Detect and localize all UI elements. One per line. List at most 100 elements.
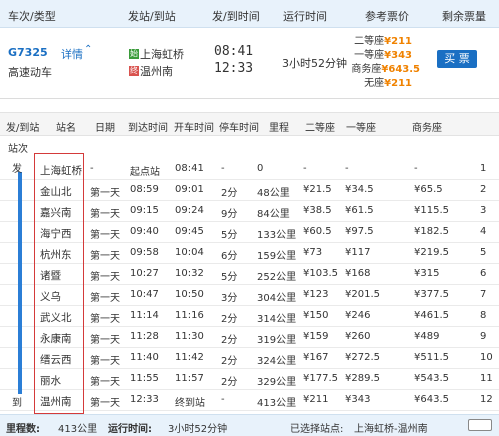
duration: 3小时52分钟 bbox=[282, 57, 347, 70]
stop-business: ¥543.5 bbox=[414, 373, 449, 384]
stop-first: ¥61.5 bbox=[345, 205, 374, 216]
selection-box bbox=[34, 153, 84, 414]
stop-depart: 11:57 bbox=[175, 373, 204, 384]
stop-business: ¥643.5 bbox=[414, 394, 449, 405]
stop-index: 9 bbox=[480, 331, 487, 342]
stop-stay: - bbox=[221, 163, 225, 174]
col-price: 参考票价 bbox=[365, 10, 409, 23]
results-header: 车次/类型 发站/到站 发/到时间 运行时间 参考票价 剩余票量 bbox=[0, 0, 499, 28]
stop-stay: 2分 bbox=[221, 356, 238, 367]
stop-day: 第一天 bbox=[90, 377, 120, 388]
stop-second: ¥211 bbox=[303, 394, 329, 405]
stop-stay: 6分 bbox=[221, 251, 238, 262]
stop-stay: 5分 bbox=[221, 230, 238, 241]
route-rail bbox=[18, 172, 22, 394]
stop-index: 1 bbox=[480, 163, 487, 174]
stop-day: 第一天 bbox=[90, 209, 120, 220]
stop-first: ¥201.5 bbox=[345, 289, 380, 300]
stop-first: ¥260 bbox=[345, 331, 371, 342]
col-train[interactable]: 车次/类型 bbox=[8, 8, 56, 24]
stop-business: ¥511.5 bbox=[414, 352, 449, 363]
stop-second: ¥21.5 bbox=[303, 184, 332, 195]
stop-index: 5 bbox=[480, 247, 487, 258]
stop-depart: 09:24 bbox=[175, 205, 204, 216]
to-station[interactable]: 终温州南 bbox=[129, 63, 173, 79]
stop-first: ¥246 bbox=[345, 310, 371, 321]
price-standing: 无座¥211 bbox=[364, 78, 412, 89]
col-second: 二等座 bbox=[305, 123, 335, 134]
stop-business: ¥65.5 bbox=[414, 184, 443, 195]
stop-first: ¥289.5 bbox=[345, 373, 380, 384]
stop-arrive: 08:59 bbox=[130, 184, 159, 195]
rail-end-label: 到 bbox=[12, 398, 22, 409]
stop-first: ¥272.5 bbox=[345, 352, 380, 363]
stop-stay: 2分 bbox=[221, 314, 238, 325]
stop-distance: 319公里 bbox=[257, 335, 297, 346]
stop-second: ¥159 bbox=[303, 331, 329, 342]
rail-start-label: 发 bbox=[12, 164, 22, 175]
train-type: 高速动车 bbox=[8, 66, 52, 79]
stop-arrive: 10:47 bbox=[130, 289, 159, 300]
col-distance: 里程 bbox=[269, 123, 289, 134]
stop-depart: 09:45 bbox=[175, 226, 204, 237]
distance-value: 413公里 bbox=[58, 424, 98, 435]
train-row: G7325 详情 ⌃ 高速动车 始上海虹桥 终温州南 08:41 12:33 3… bbox=[0, 28, 499, 98]
stop-distance: 48公里 bbox=[257, 188, 290, 199]
col-side: 发/到站 bbox=[6, 123, 40, 134]
stop-index: 6 bbox=[480, 268, 487, 279]
stop-arrive: 11:55 bbox=[130, 373, 159, 384]
stop-index: 4 bbox=[480, 226, 487, 237]
stop-depart: 11:30 bbox=[175, 331, 204, 342]
stop-day: 第一天 bbox=[90, 251, 120, 262]
stop-first: ¥97.5 bbox=[345, 226, 374, 237]
col-time[interactable]: 发/到时间 bbox=[212, 8, 260, 24]
stop-day: 第一天 bbox=[90, 293, 120, 304]
stop-index: 11 bbox=[480, 373, 493, 384]
col-stay: 停车时间 bbox=[219, 123, 259, 134]
stop-depart: 11:42 bbox=[175, 352, 204, 363]
buy-ticket-button[interactable]: 买 票 bbox=[437, 50, 477, 68]
stop-business: ¥461.5 bbox=[414, 310, 449, 321]
stop-index: 10 bbox=[480, 352, 493, 363]
end-badge-icon: 终 bbox=[129, 66, 139, 76]
stop-distance: 252公里 bbox=[257, 272, 297, 283]
chevron-up-icon[interactable]: ⌃ bbox=[84, 44, 92, 55]
stop-first: ¥343 bbox=[345, 394, 371, 405]
stop-depart: 08:41 bbox=[175, 163, 204, 174]
stop-index: 2 bbox=[480, 184, 487, 195]
stop-arrive: 11:40 bbox=[130, 352, 159, 363]
stop-distance: 324公里 bbox=[257, 356, 297, 367]
stop-day: 第一天 bbox=[90, 335, 120, 346]
stop-second: ¥123 bbox=[303, 289, 329, 300]
stop-depart: 终到站 bbox=[175, 398, 205, 409]
stop-business: ¥377.5 bbox=[414, 289, 449, 300]
station-order-label: 站次 bbox=[8, 144, 28, 155]
stop-day: 第一天 bbox=[90, 398, 120, 409]
col-station[interactable]: 发站/到站 bbox=[128, 8, 176, 24]
stop-distance: 329公里 bbox=[257, 377, 297, 388]
stop-day: 第一天 bbox=[90, 356, 120, 367]
stop-business: ¥315 bbox=[414, 268, 440, 279]
col-name: 站名 bbox=[56, 123, 76, 134]
stop-arrive: 起点站 bbox=[130, 167, 160, 178]
footer-bar: 里程数: 413公里 运行时间: 3小时52分钟 已选择站点: 上海虹桥-温州南 bbox=[0, 414, 499, 436]
detail-link[interactable]: 详情 bbox=[61, 46, 83, 62]
stop-second: ¥60.5 bbox=[303, 226, 332, 237]
stop-depart: 09:01 bbox=[175, 184, 204, 195]
stop-depart: 11:16 bbox=[175, 310, 204, 321]
stop-distance: 413公里 bbox=[257, 398, 297, 409]
stop-index: 3 bbox=[480, 205, 487, 216]
stop-distance: 84公里 bbox=[257, 209, 290, 220]
stop-business: ¥182.5 bbox=[414, 226, 449, 237]
stop-stay: 5分 bbox=[221, 272, 238, 283]
stop-stay: 2分 bbox=[221, 335, 238, 346]
col-duration[interactable]: 运行时间 bbox=[283, 8, 327, 24]
col-first: 一等座 bbox=[346, 123, 376, 134]
distance-label: 里程数: bbox=[6, 424, 40, 435]
stop-business: ¥489 bbox=[414, 331, 440, 342]
train-number[interactable]: G7325 bbox=[8, 46, 48, 59]
stop-depart: 10:32 bbox=[175, 268, 204, 279]
collapse-toggle[interactable] bbox=[468, 419, 492, 431]
depart-time: 08:41 bbox=[214, 44, 254, 59]
from-station[interactable]: 始上海虹桥 bbox=[129, 46, 184, 62]
